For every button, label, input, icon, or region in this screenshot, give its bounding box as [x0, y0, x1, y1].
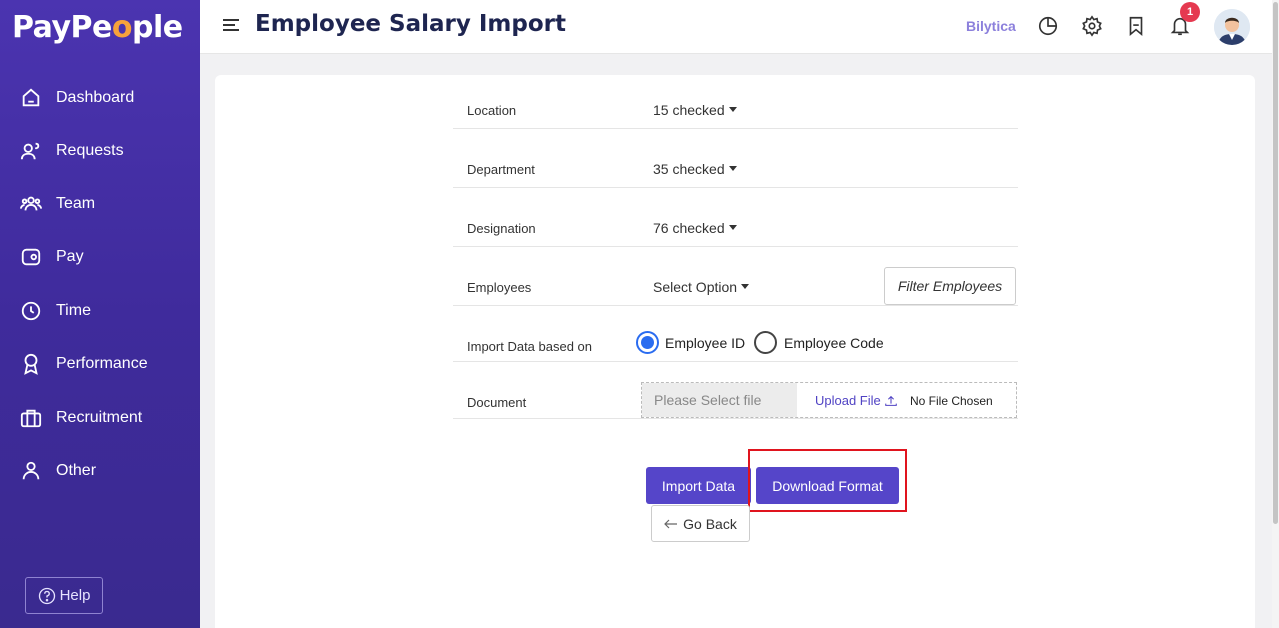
caret-down-icon [728, 107, 737, 112]
form-row-divider [453, 246, 1018, 247]
avatar-image [1214, 9, 1250, 45]
designation-dropdown[interactable]: 76 checked [653, 220, 737, 236]
form-row-divider [453, 418, 1018, 419]
form-row-divider [453, 187, 1018, 188]
employee-id-radio-label[interactable]: Employee ID [665, 335, 745, 351]
employees-dropdown[interactable]: Select Option [653, 279, 750, 295]
sidebar-item-recruitment[interactable]: Recruitment [20, 406, 142, 430]
sidebar-item-label: Team [56, 195, 96, 212]
scrollbar-thumb[interactable] [1273, 2, 1278, 524]
employees-label: Employees [467, 280, 532, 295]
award-icon [24, 353, 38, 375]
clock-icon [21, 301, 41, 321]
employee-code-radio[interactable] [754, 331, 777, 354]
sidebar-item-label: Recruitment [56, 409, 143, 426]
sidebar-item-label: Performance [56, 355, 148, 372]
user-question-icon [20, 142, 40, 160]
sidebar-item-pay[interactable]: Pay [20, 245, 84, 269]
upload-file-button[interactable]: Upload File [815, 393, 898, 408]
highlight-annotation-box [748, 449, 907, 512]
file-upload-field[interactable]: Please Select file Upload File No File C… [641, 382, 1017, 418]
import-data-button[interactable]: Import Data [646, 467, 751, 504]
team-icon [20, 196, 42, 211]
import-based-label: Import Data based on [467, 339, 593, 354]
paypeople-logo[interactable]: PayPeople [12, 10, 183, 45]
sidebar: PayPeople Dashboard Requests Team Pay Ti… [0, 0, 200, 628]
employee-code-radio-label[interactable]: Employee Code [784, 335, 884, 351]
document-label: Document [467, 395, 527, 410]
form-row-divider [453, 305, 1018, 306]
help-button[interactable]: Help [25, 577, 103, 614]
department-label: Department [467, 162, 535, 177]
department-dropdown[interactable]: 35 checked [653, 161, 737, 177]
sidebar-item-team[interactable]: Team [20, 192, 95, 216]
location-dropdown[interactable]: 15 checked [653, 102, 737, 118]
sidebar-item-label: Pay [56, 248, 84, 265]
question-circle-icon [38, 587, 55, 604]
go-back-label: Go Back [683, 515, 737, 532]
sidebar-item-time[interactable]: Time [20, 299, 91, 323]
top-header: Employee Salary Import Bilytica 1 [200, 0, 1272, 54]
person-icon [22, 461, 40, 480]
caret-down-icon [741, 284, 750, 289]
home-icon [22, 88, 40, 107]
sidebar-item-label: Time [56, 302, 91, 319]
help-label: Help [59, 587, 91, 604]
gear-icon[interactable] [1081, 15, 1103, 37]
page-scrollbar[interactable] [1272, 0, 1279, 628]
arrow-left-icon [664, 519, 678, 528]
import-card [215, 75, 1255, 628]
sidebar-item-dashboard[interactable]: Dashboard [20, 86, 134, 110]
upload-file-label: Upload File [815, 393, 881, 408]
hamburger-menu-icon[interactable] [222, 17, 240, 33]
form-row-divider [453, 128, 1018, 129]
sidebar-item-label: Requests [56, 142, 124, 159]
sidebar-item-label: Dashboard [56, 89, 135, 106]
sidebar-item-requests[interactable]: Requests [20, 139, 124, 163]
briefcase-icon [20, 409, 42, 428]
sidebar-item-label: Other [56, 462, 97, 479]
bookmark-icon[interactable] [1125, 15, 1147, 37]
filter-employees-button[interactable]: Filter Employees [884, 267, 1016, 305]
upload-icon [884, 395, 897, 406]
page-title: Employee Salary Import [255, 11, 566, 37]
caret-down-icon [728, 166, 737, 171]
caret-down-icon [728, 225, 737, 230]
employee-id-radio[interactable] [636, 331, 659, 354]
form-row-divider [453, 361, 1018, 362]
sidebar-item-performance[interactable]: Performance [20, 352, 148, 376]
no-file-chosen-text: No File Chosen [910, 394, 993, 408]
sidebar-item-other[interactable]: Other [20, 459, 96, 483]
company-name[interactable]: Bilytica [966, 18, 1016, 34]
file-placeholder[interactable]: Please Select file [642, 383, 797, 417]
go-back-button[interactable]: Go Back [651, 505, 750, 542]
location-label: Location [467, 103, 517, 118]
designation-label: Designation [467, 221, 536, 236]
wallet-icon [21, 248, 41, 266]
avatar[interactable] [1214, 9, 1250, 45]
notification-badge: 1 [1180, 2, 1200, 22]
pie-chart-icon[interactable] [1037, 15, 1059, 37]
